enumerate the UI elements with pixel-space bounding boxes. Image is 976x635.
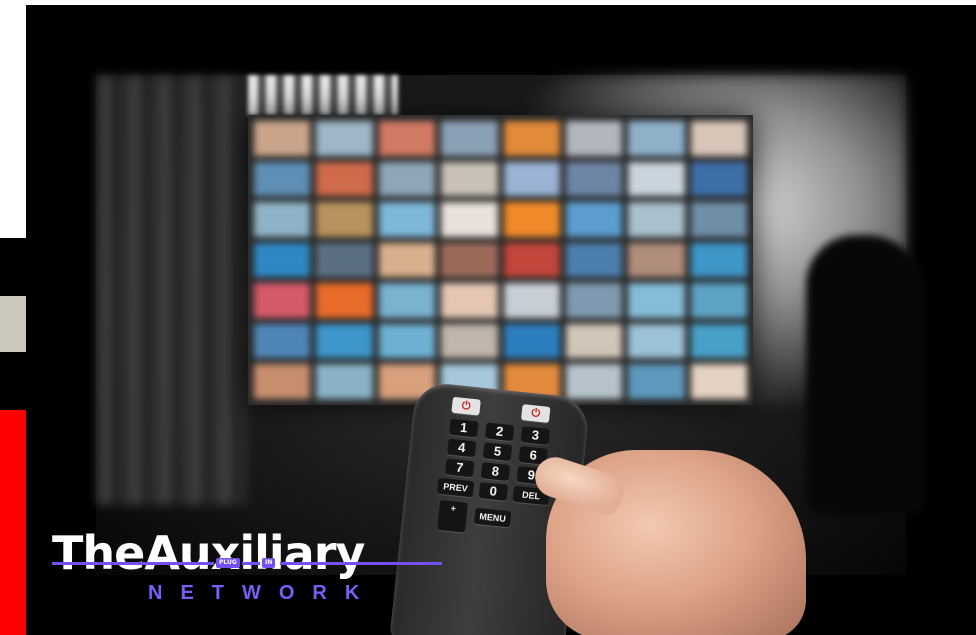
channel-thumbnail — [503, 283, 560, 318]
remote-button-2: 2 — [484, 422, 515, 442]
edge-strip-black — [0, 238, 26, 296]
channel-thumbnail — [316, 283, 373, 318]
remote-button-5: 5 — [482, 442, 513, 462]
channel-thumbnail — [503, 323, 560, 359]
channel-thumbnail — [316, 364, 373, 399]
channel-thumbnail — [628, 283, 685, 318]
channel-thumbnail — [378, 283, 436, 318]
remote-button-0: 0 — [478, 482, 509, 501]
channel-thumbnail — [378, 202, 436, 237]
logo-cable-line — [280, 562, 442, 565]
remote-button-4: 4 — [446, 438, 477, 458]
channel-thumbnail — [378, 242, 436, 278]
power-icon: ⏻ — [520, 404, 551, 423]
remote-button-prev: PREV — [436, 477, 475, 498]
channel-thumbnail — [503, 242, 560, 278]
channel-thumbnail — [628, 161, 685, 197]
channel-thumbnail — [565, 121, 623, 156]
channel-thumbnail — [441, 121, 498, 156]
channel-thumbnail — [316, 323, 373, 359]
remote-button-8: 8 — [480, 462, 511, 482]
network-logo: TheAuxiliary PLUG IN NETWORK — [52, 528, 452, 610]
logo-subtitle: NETWORK — [148, 582, 378, 604]
channel-thumbnail — [628, 323, 685, 359]
edge-strip-red — [0, 410, 26, 635]
channel-thumbnail — [503, 202, 560, 237]
channel-thumbnail — [254, 242, 311, 278]
channel-thumbnail-grid — [254, 121, 747, 399]
channel-thumbnail — [565, 202, 623, 237]
channel-thumbnail — [690, 364, 747, 399]
person-silhouette — [806, 235, 926, 515]
remote-button-7: 7 — [444, 458, 475, 478]
remote-button-menu: MENU — [473, 507, 512, 528]
channel-thumbnail — [254, 364, 311, 399]
curtain — [96, 75, 246, 505]
channel-thumbnail — [628, 242, 685, 278]
channel-thumbnail — [254, 121, 311, 156]
channel-thumbnail — [316, 161, 373, 197]
channel-thumbnail — [565, 323, 623, 359]
channel-thumbnail — [690, 242, 747, 278]
channel-thumbnail — [254, 161, 311, 197]
logo-plug-label: PLUG — [216, 558, 240, 568]
channel-thumbnail — [565, 242, 623, 278]
channel-thumbnail — [690, 202, 747, 237]
logo-title: TheAuxiliary — [52, 526, 365, 580]
channel-thumbnail — [378, 323, 436, 359]
channel-thumbnail — [254, 323, 311, 359]
channel-thumbnail — [441, 242, 498, 278]
channel-thumbnail — [565, 364, 623, 399]
channel-thumbnail — [441, 161, 498, 197]
logo-plug-label: IN — [262, 558, 276, 568]
channel-thumbnail — [316, 121, 373, 156]
edge-strip-white — [0, 0, 26, 238]
edge-strip-beige — [0, 296, 26, 352]
channel-thumbnail — [378, 121, 436, 156]
channel-thumbnail — [503, 161, 560, 197]
channel-thumbnail — [628, 364, 685, 399]
channel-thumbnail — [565, 283, 623, 318]
remote-button-1: 1 — [449, 418, 479, 438]
channel-thumbnail — [690, 121, 747, 156]
channel-thumbnail — [378, 161, 436, 197]
channel-thumbnail — [254, 202, 311, 237]
channel-thumbnail — [441, 283, 498, 318]
channel-thumbnail — [628, 202, 685, 237]
channel-thumbnail — [690, 323, 747, 359]
edge-strip-black — [0, 352, 26, 410]
logo-cable-line — [242, 562, 260, 565]
television — [248, 115, 753, 405]
channel-thumbnail — [690, 161, 747, 197]
channel-thumbnail — [690, 283, 747, 318]
window-blinds — [248, 75, 398, 115]
channel-thumbnail — [441, 202, 498, 237]
channel-thumbnail — [254, 283, 311, 318]
channel-thumbnail — [316, 202, 373, 237]
channel-thumbnail — [628, 121, 685, 156]
channel-thumbnail — [503, 121, 560, 156]
remote-button-3: 3 — [520, 426, 551, 446]
channel-thumbnail — [316, 242, 373, 278]
power-icon: ⏻ — [451, 396, 481, 416]
channel-thumbnail — [441, 323, 498, 359]
channel-thumbnail — [565, 161, 623, 197]
logo-cable-line — [52, 562, 214, 565]
